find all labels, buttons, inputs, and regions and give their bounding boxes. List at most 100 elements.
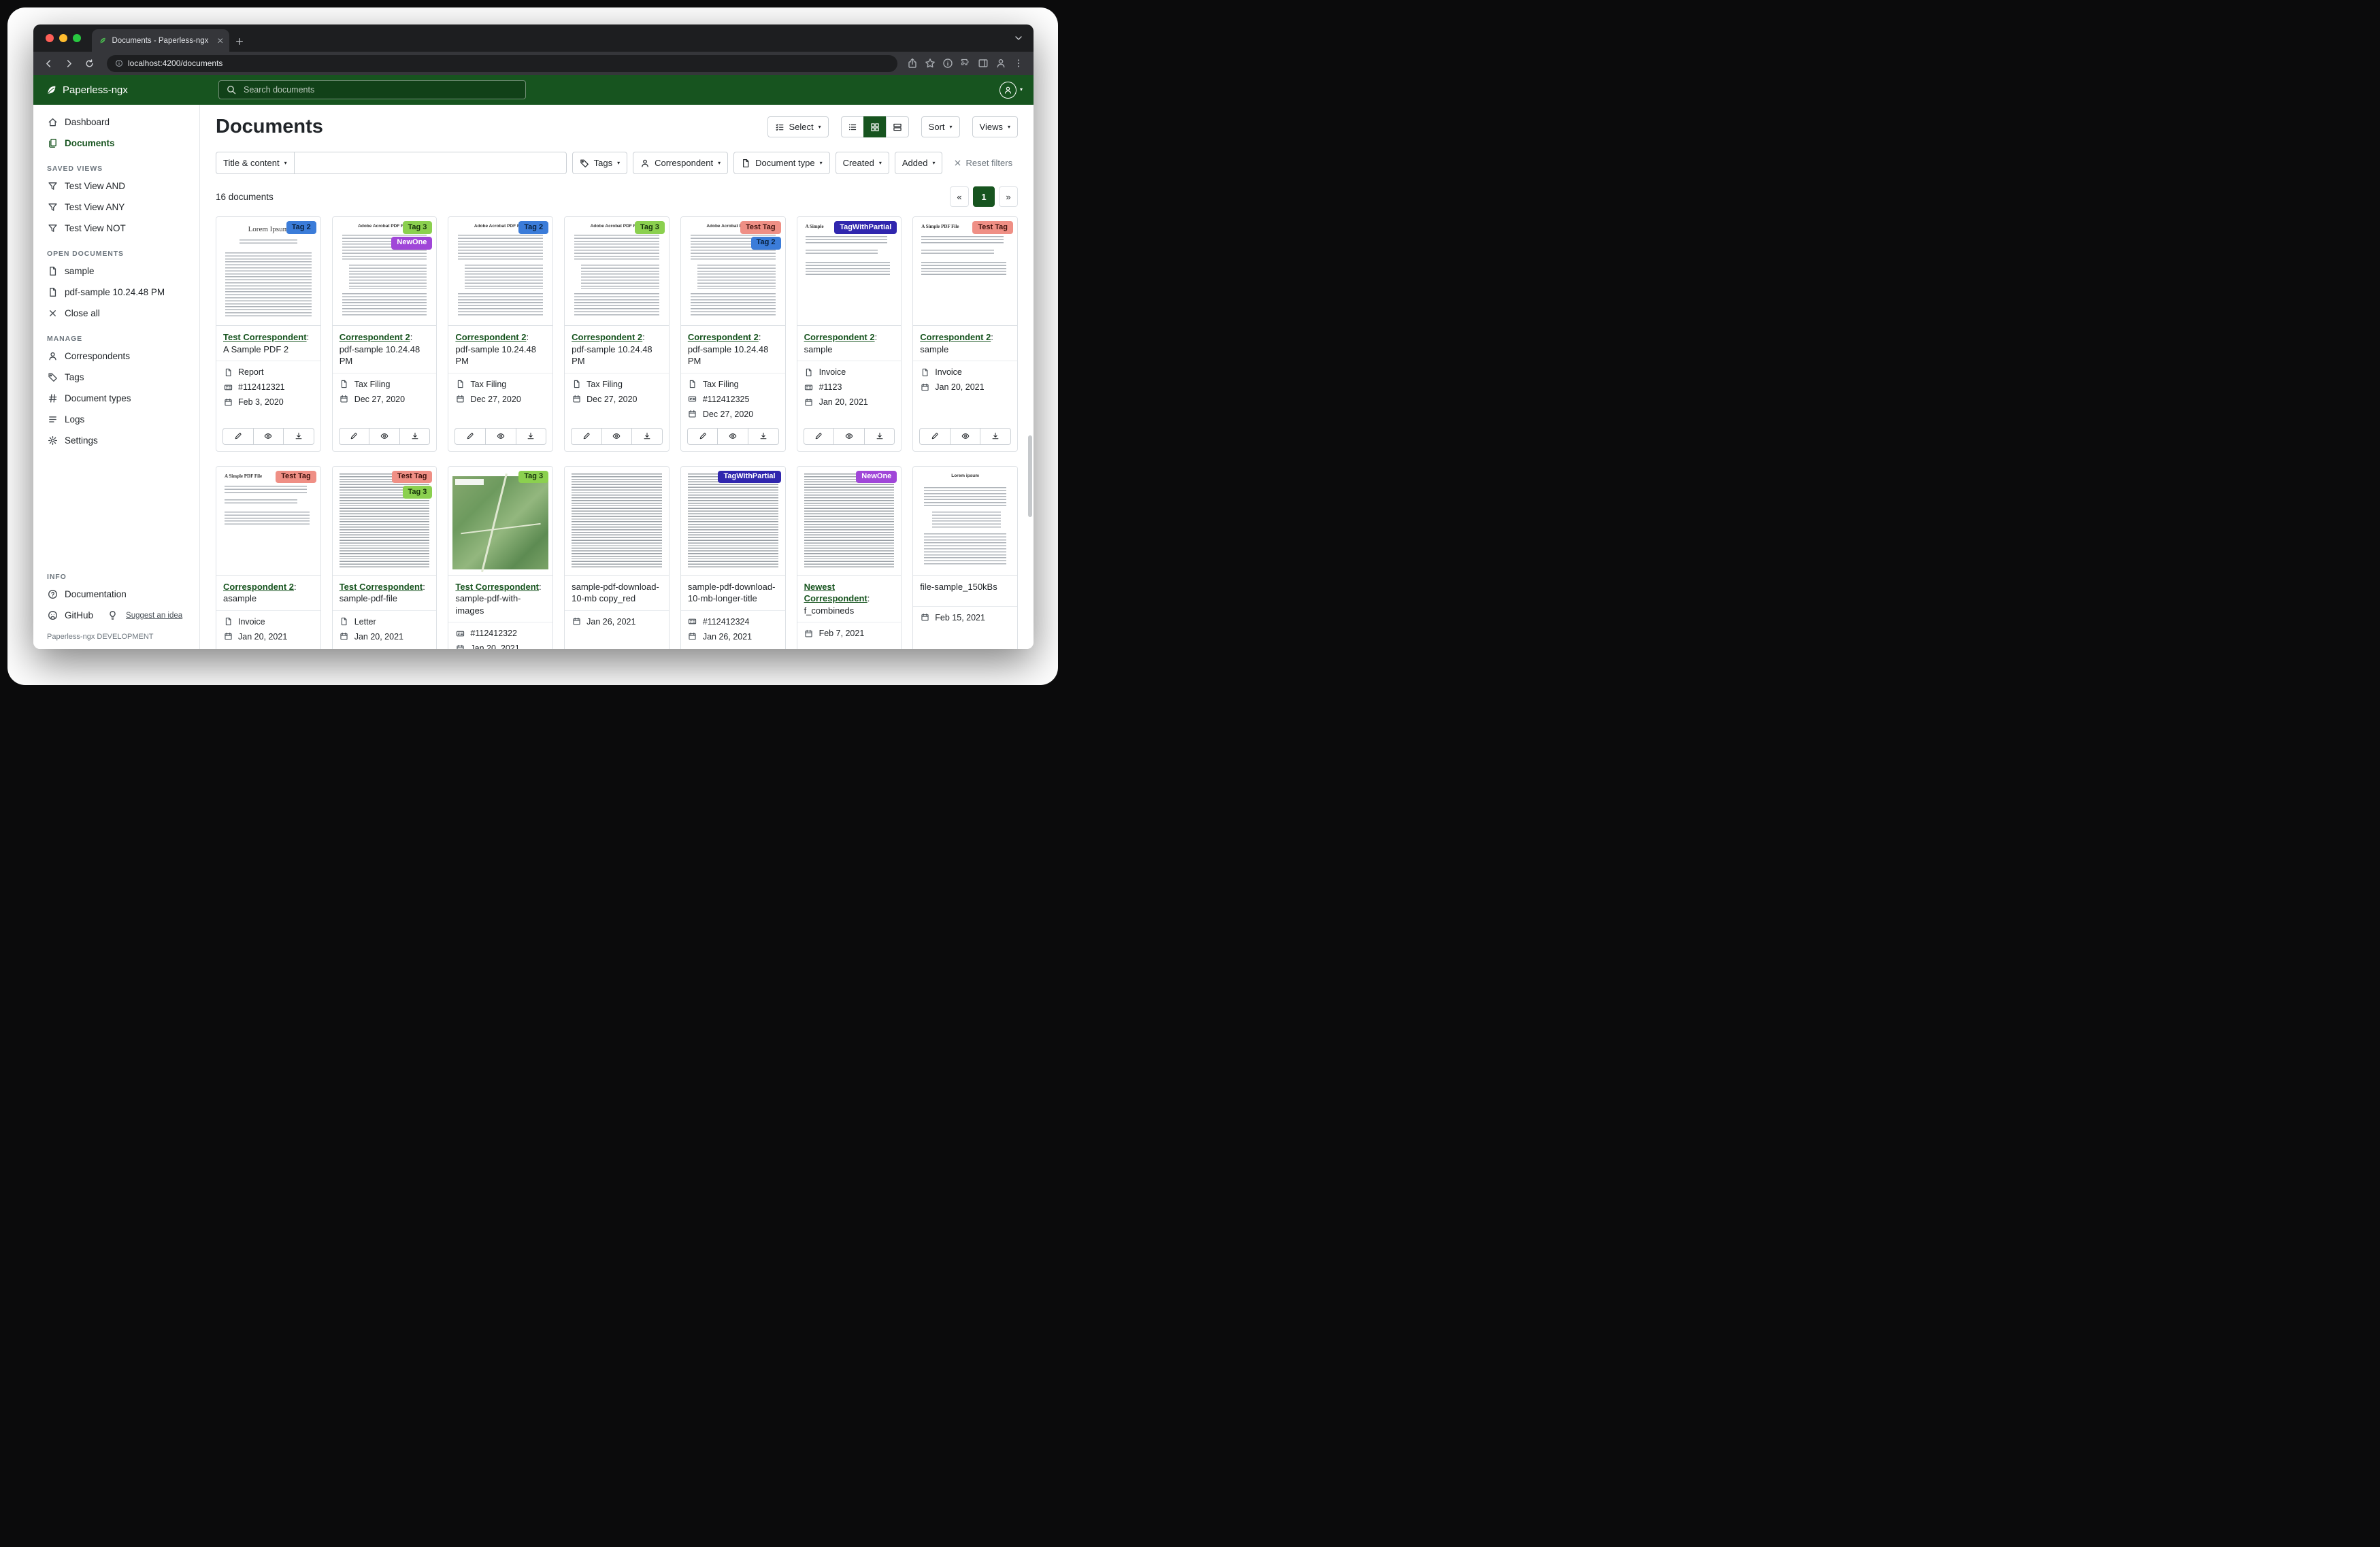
sidebar-item-test-view-any[interactable]: Test View ANY — [33, 197, 199, 218]
url-bar[interactable]: localhost:4200/documents — [107, 55, 897, 72]
tag-badge[interactable]: Tag 2 — [518, 221, 548, 234]
new-tab-button[interactable] — [235, 37, 244, 46]
view-button[interactable] — [485, 428, 516, 445]
tab-close-icon[interactable] — [216, 37, 225, 45]
filter-document-type-button[interactable]: Document type▾ — [733, 152, 829, 174]
browser-menu-kebab-icon[interactable] — [1013, 58, 1024, 69]
bookmark-star-icon[interactable] — [925, 58, 936, 69]
suggest-an-idea-link[interactable]: Suggest an idea — [126, 612, 182, 620]
share-icon[interactable] — [907, 58, 918, 69]
tag-badge[interactable]: Tag 2 — [286, 221, 316, 234]
browser-tab[interactable]: Documents - Paperless-ngx — [92, 29, 229, 52]
view-list-button[interactable] — [841, 116, 864, 137]
document-thumbnail[interactable]: A SimpleTagWithPartial — [797, 217, 902, 326]
view-button[interactable] — [369, 428, 400, 445]
sidebar-item-close-all[interactable]: Close all — [33, 303, 199, 324]
edit-button[interactable] — [222, 428, 254, 445]
correspondent-link[interactable]: Test Correspondent — [455, 582, 539, 592]
download-button[interactable] — [399, 428, 431, 445]
sidebar-item-test-view-not[interactable]: Test View NOT — [33, 218, 199, 239]
document-thumbnail[interactable]: Lorem IpsumTag 2 — [216, 217, 320, 326]
document-thumbnail[interactable]: Adobe Acrobat PDF FilesTag 3NewOne — [333, 217, 437, 326]
correspondent-link[interactable]: Correspondent 2 — [340, 332, 410, 342]
download-button[interactable] — [631, 428, 663, 445]
download-button[interactable] — [980, 428, 1011, 445]
tag-badge[interactable]: Test Tag — [276, 471, 316, 484]
tab-search-chevron-icon[interactable] — [1013, 33, 1024, 44]
tag-badge[interactable]: TagWithPartial — [834, 221, 897, 234]
forward-button[interactable] — [61, 55, 77, 71]
view-button[interactable] — [601, 428, 633, 445]
correspondent-link[interactable]: Correspondent 2 — [455, 332, 526, 342]
tag-badge[interactable]: Test Tag — [740, 221, 781, 234]
edit-button[interactable] — [454, 428, 486, 445]
tag-badge[interactable]: TagWithPartial — [718, 471, 780, 484]
document-thumbnail[interactable]: A Simple PDF FileTest Tag — [216, 467, 320, 576]
sidebar-item-document-types[interactable]: Document types — [33, 388, 199, 409]
reload-button[interactable] — [81, 55, 97, 71]
sidebar-item-logs[interactable]: Logs — [33, 409, 199, 430]
user-menu[interactable]: ▾ — [999, 82, 1023, 99]
edit-button[interactable] — [919, 428, 951, 445]
download-button[interactable] — [283, 428, 314, 445]
filter-tags-button[interactable]: Tags▾ — [572, 152, 627, 174]
sidebar-item-documentation[interactable]: Documentation — [33, 584, 199, 605]
edit-button[interactable] — [339, 428, 370, 445]
prev-page-button[interactable]: « — [950, 186, 969, 207]
sidebar-item-sample[interactable]: sample — [33, 261, 199, 282]
download-button[interactable] — [516, 428, 547, 445]
tag-badge[interactable]: NewOne — [856, 471, 897, 484]
filter-added-button[interactable]: Added▾ — [895, 152, 943, 174]
view-grid-button[interactable] — [863, 116, 887, 137]
app-brand[interactable]: Paperless-ngx — [33, 84, 200, 96]
tag-badge[interactable]: Tag 3 — [518, 471, 548, 484]
correspondent-link[interactable]: Correspondent 2 — [688, 332, 759, 342]
download-button[interactable] — [864, 428, 895, 445]
tag-badge[interactable]: Tag 3 — [403, 486, 433, 499]
document-thumbnail[interactable]: A Simple PDF FileTest Tag — [913, 217, 1017, 326]
sidebar-item-test-view-and[interactable]: Test View AND — [33, 176, 199, 197]
sidebar-item-settings[interactable]: Settings — [33, 430, 199, 451]
sidebar-item-github[interactable]: GitHubSuggest an idea — [33, 605, 199, 626]
zoom-window-button[interactable] — [73, 34, 81, 42]
extensions-puzzle-icon[interactable] — [960, 58, 971, 69]
view-detail-button[interactable] — [886, 116, 909, 137]
view-button[interactable] — [253, 428, 284, 445]
sort-button[interactable]: Sort ▾ — [921, 116, 960, 137]
download-button[interactable] — [748, 428, 779, 445]
sidebar-item-tags[interactable]: Tags — [33, 367, 199, 388]
info-circle-icon[interactable] — [942, 58, 953, 69]
filter-field-button[interactable]: Title & content ▾ — [216, 152, 295, 174]
view-button[interactable] — [717, 428, 748, 445]
correspondent-link[interactable]: Test Correspondent — [223, 332, 307, 342]
search-input[interactable] — [242, 84, 518, 95]
document-thumbnail[interactable]: Adobe Acrobat PDF FilesTest TagTag 2 — [681, 217, 785, 326]
document-thumbnail[interactable]: Lorem ipsum — [913, 467, 1017, 576]
correspondent-link[interactable]: Test Correspondent — [340, 582, 423, 592]
tag-badge[interactable]: Tag 3 — [403, 221, 433, 234]
edit-button[interactable] — [804, 428, 835, 445]
sidebar-item-correspondents[interactable]: Correspondents — [33, 346, 199, 367]
minimize-window-button[interactable] — [59, 34, 67, 42]
sidebar-item-documents[interactable]: Documents — [33, 133, 199, 154]
tag-badge[interactable]: Test Tag — [392, 471, 433, 484]
filter-created-button[interactable]: Created▾ — [836, 152, 889, 174]
tag-badge[interactable]: NewOne — [391, 237, 432, 250]
document-thumbnail[interactable]: NewOne — [797, 467, 902, 576]
document-thumbnail[interactable]: Test Tag Tag 3 — [333, 467, 437, 576]
edit-button[interactable] — [571, 428, 602, 445]
document-thumbnail[interactable]: Adobe Acrobat PDF FilesTag 2 — [448, 217, 552, 326]
edit-button[interactable] — [687, 428, 718, 445]
site-info-icon[interactable] — [115, 59, 123, 67]
close-window-button[interactable] — [46, 34, 54, 42]
correspondent-link[interactable]: Newest Correspondent — [804, 582, 867, 604]
correspondent-link[interactable]: Correspondent 2 — [804, 332, 875, 342]
tag-badge[interactable]: Tag 3 — [635, 221, 665, 234]
correspondent-link[interactable]: Correspondent 2 — [572, 332, 642, 342]
view-button[interactable] — [833, 428, 865, 445]
filter-query-input[interactable] — [295, 152, 567, 174]
back-button[interactable] — [40, 55, 56, 71]
correspondent-link[interactable]: Correspondent 2 — [920, 332, 991, 342]
document-thumbnail[interactable] — [565, 467, 669, 576]
view-button[interactable] — [950, 428, 981, 445]
